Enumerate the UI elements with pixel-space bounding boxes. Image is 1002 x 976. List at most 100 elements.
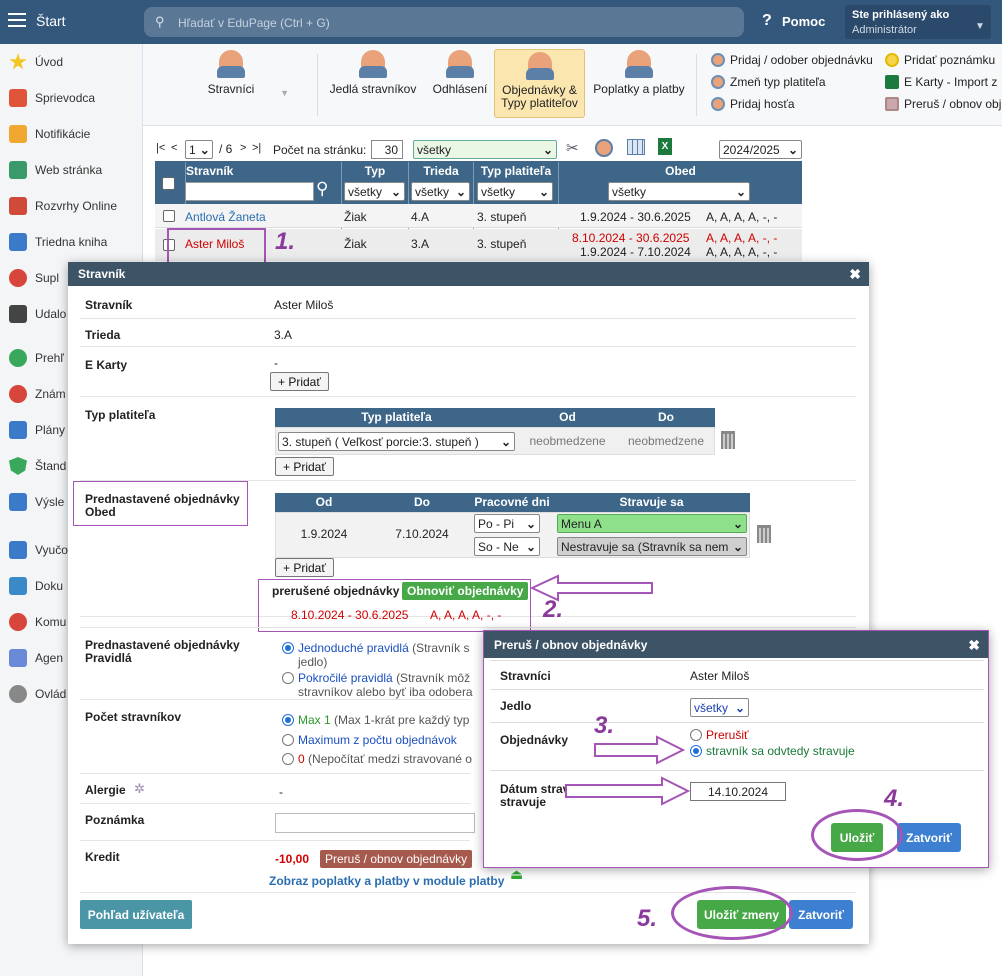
- add-pred-button[interactable]: + Pridať: [275, 558, 334, 577]
- radio-selected[interactable]: [282, 642, 294, 654]
- pridat-poznamku-link[interactable]: Pridať poznámku: [885, 53, 995, 67]
- gear-icon[interactable]: ✲: [134, 781, 145, 797]
- header-stravnik[interactable]: Stravník: [186, 164, 233, 178]
- typ-select[interactable]: 3. stupeň ( Veľkosť porcie:3. stupeň ): [278, 432, 515, 451]
- pred-od: 1.9.2024: [300, 527, 348, 541]
- pohlad-button[interactable]: Pohľad užívateľa: [80, 900, 192, 929]
- obnovit-button[interactable]: Obnoviť objednávky: [402, 582, 529, 600]
- platitel-filter[interactable]: všetky: [477, 182, 553, 201]
- sidebar-item-rozvrhy[interactable]: Rozvrhy Online: [0, 188, 143, 224]
- pager-next[interactable]: >: [240, 142, 246, 154]
- zatvorit-button[interactable]: Zatvoriť: [897, 823, 961, 852]
- pager-first[interactable]: |<: [156, 142, 165, 154]
- objednavky-button[interactable]: Objednávky & Typy platiteľov: [494, 49, 585, 118]
- prerus-obnov-button[interactable]: Preruš / obnov objednávky: [320, 850, 473, 868]
- jedla-button[interactable]: Jedlá stravníkov: [328, 50, 418, 120]
- hamburger-icon[interactable]: [8, 13, 26, 27]
- select-all-checkbox[interactable]: [162, 177, 175, 193]
- tag-icon: ⏏: [510, 866, 524, 882]
- pravidla-option-1[interactable]: Jednoduché pravidlá (Stravník s: [282, 641, 469, 655]
- help-icon[interactable]: ?: [762, 12, 772, 30]
- stravnici-button[interactable]: Stravníci ▼: [181, 50, 289, 120]
- name-filter-input[interactable]: [185, 182, 314, 201]
- pravidla-2-text: (Stravník môž: [396, 671, 471, 685]
- jedlo-select[interactable]: všetky: [690, 698, 749, 717]
- pridaj-hosta-link[interactable]: Pridaj hosťa: [711, 97, 795, 111]
- pocet-2-link[interactable]: Maximum z počtu objednávok: [298, 733, 457, 747]
- sidebar-item-sprievodca[interactable]: Sprievodca: [0, 80, 143, 116]
- search-icon[interactable]: ⚲: [316, 179, 328, 199]
- help-link[interactable]: Pomoc: [782, 14, 825, 29]
- stravnik-link[interactable]: Antlová Žaneta: [185, 210, 266, 224]
- add-ekarta-button[interactable]: + Pridať: [270, 372, 329, 391]
- radio-selected[interactable]: [282, 714, 294, 726]
- menu-select-1[interactable]: Menu A: [557, 514, 747, 533]
- trash-icon[interactable]: [721, 431, 735, 449]
- per-page-input[interactable]: 30: [371, 140, 403, 159]
- pravidla-2-link[interactable]: Pokročilé pravidlá: [298, 671, 393, 685]
- odhlasenie-button[interactable]: Odhlásení: [427, 50, 493, 120]
- typ-cell: Žiak: [344, 237, 367, 251]
- zmen-typ-link[interactable]: Zmeň typ platiteľa: [711, 75, 826, 89]
- radio[interactable]: [282, 734, 294, 746]
- jedlo-label: Jedlo: [500, 699, 532, 713]
- typ-filter[interactable]: všetky: [344, 182, 405, 201]
- header-obed[interactable]: Obed: [559, 164, 802, 178]
- pocet-option-2[interactable]: Maximum z počtu objednávok: [282, 733, 457, 747]
- page-select[interactable]: 1: [185, 140, 213, 159]
- poznamka-input[interactable]: [275, 813, 475, 833]
- pocet-option-3[interactable]: 0 (Nepočítať medzi stravované o: [282, 752, 472, 766]
- pravidla-option-2[interactable]: Pokročilé pravidlá (Stravník môž: [282, 671, 470, 685]
- trieda-filter[interactable]: všetky: [411, 182, 470, 201]
- days-select-2[interactable]: So - Ne: [474, 537, 540, 556]
- sidebar-item-uvod[interactable]: Úvod: [0, 44, 143, 80]
- pridaj-objednavku-link[interactable]: Pridaj / odober objednávku: [711, 53, 873, 67]
- pocet-3-link[interactable]: 0: [298, 752, 305, 766]
- menu-select-2[interactable]: Nestravuje sa (Stravník sa nem: [557, 537, 747, 556]
- header-typ-platitela[interactable]: Typ platiteľa: [474, 164, 558, 178]
- poplatky-link[interactable]: Zobraz poplatky a platby v module platby: [269, 874, 504, 888]
- start-label[interactable]: Štart: [36, 13, 66, 29]
- sidebar-item-triedna-kniha[interactable]: Triedna kniha: [0, 224, 143, 260]
- option-stravuje[interactable]: stravník sa odvtedy stravuje: [690, 744, 855, 758]
- tools-icon[interactable]: ✂: [566, 139, 584, 157]
- datum-input[interactable]: 14.10.2024: [690, 782, 786, 801]
- zatvorit-button[interactable]: Zatvoriť: [789, 900, 853, 929]
- envelope-icon: [9, 125, 27, 143]
- option-prerusit[interactable]: Prerušiť: [690, 728, 749, 742]
- filter-select[interactable]: všetky: [413, 140, 557, 159]
- person-settings-icon[interactable]: [595, 139, 613, 157]
- add-typ-button[interactable]: + Pridať: [275, 457, 334, 476]
- header-typ[interactable]: Typ: [342, 164, 408, 178]
- radio[interactable]: [690, 729, 702, 741]
- user-menu[interactable]: Ste prihlásený ako Administrátor ▼: [845, 5, 991, 39]
- close-icon[interactable]: ✖: [968, 637, 980, 654]
- excel-icon[interactable]: X: [658, 138, 672, 155]
- pager-last[interactable]: >|: [252, 142, 261, 154]
- year-select[interactable]: 2024/2025: [719, 140, 802, 159]
- header-trieda[interactable]: Trieda: [409, 164, 473, 178]
- dialog2-title-bar: Preruš / obnov objednávky ✖: [484, 631, 988, 658]
- pager-prev[interactable]: <: [171, 142, 177, 154]
- pocet-option-1[interactable]: Max 1 (Max 1-krát pre každý typ: [282, 713, 469, 727]
- sidebar-item-web[interactable]: Web stránka: [0, 152, 143, 188]
- radio-selected[interactable]: [690, 745, 702, 757]
- radio[interactable]: [282, 753, 294, 765]
- typ-platitela-label: Typ platiteľa: [85, 408, 156, 422]
- pravidla-1-link[interactable]: Jednoduché pravidlá: [298, 641, 409, 655]
- prerus-obnov-link[interactable]: Preruš / obnov obj: [885, 97, 1001, 111]
- columns-icon[interactable]: [627, 139, 645, 155]
- ekarty-import-link[interactable]: E Karty - Import z: [885, 75, 997, 89]
- open-book-icon: [9, 541, 27, 559]
- poplatky-button[interactable]: Poplatky a platby: [589, 50, 689, 120]
- row-checkbox[interactable]: [163, 210, 175, 225]
- days-select-1[interactable]: Po - Pi: [474, 514, 540, 533]
- trash-icon[interactable]: [757, 525, 771, 543]
- search-input[interactable]: ⚲ Hľadať v EduPage (Ctrl + G): [144, 7, 744, 37]
- radio[interactable]: [282, 672, 294, 684]
- pocet-1-link[interactable]: Max 1: [298, 713, 331, 727]
- pravidla-label: Prednastavené objednávky Pravidlá: [85, 638, 240, 665]
- sidebar-item-notifikacie[interactable]: Notifikácie: [0, 116, 143, 152]
- close-icon[interactable]: ✖: [849, 266, 861, 283]
- obed-filter[interactable]: všetky: [608, 182, 750, 201]
